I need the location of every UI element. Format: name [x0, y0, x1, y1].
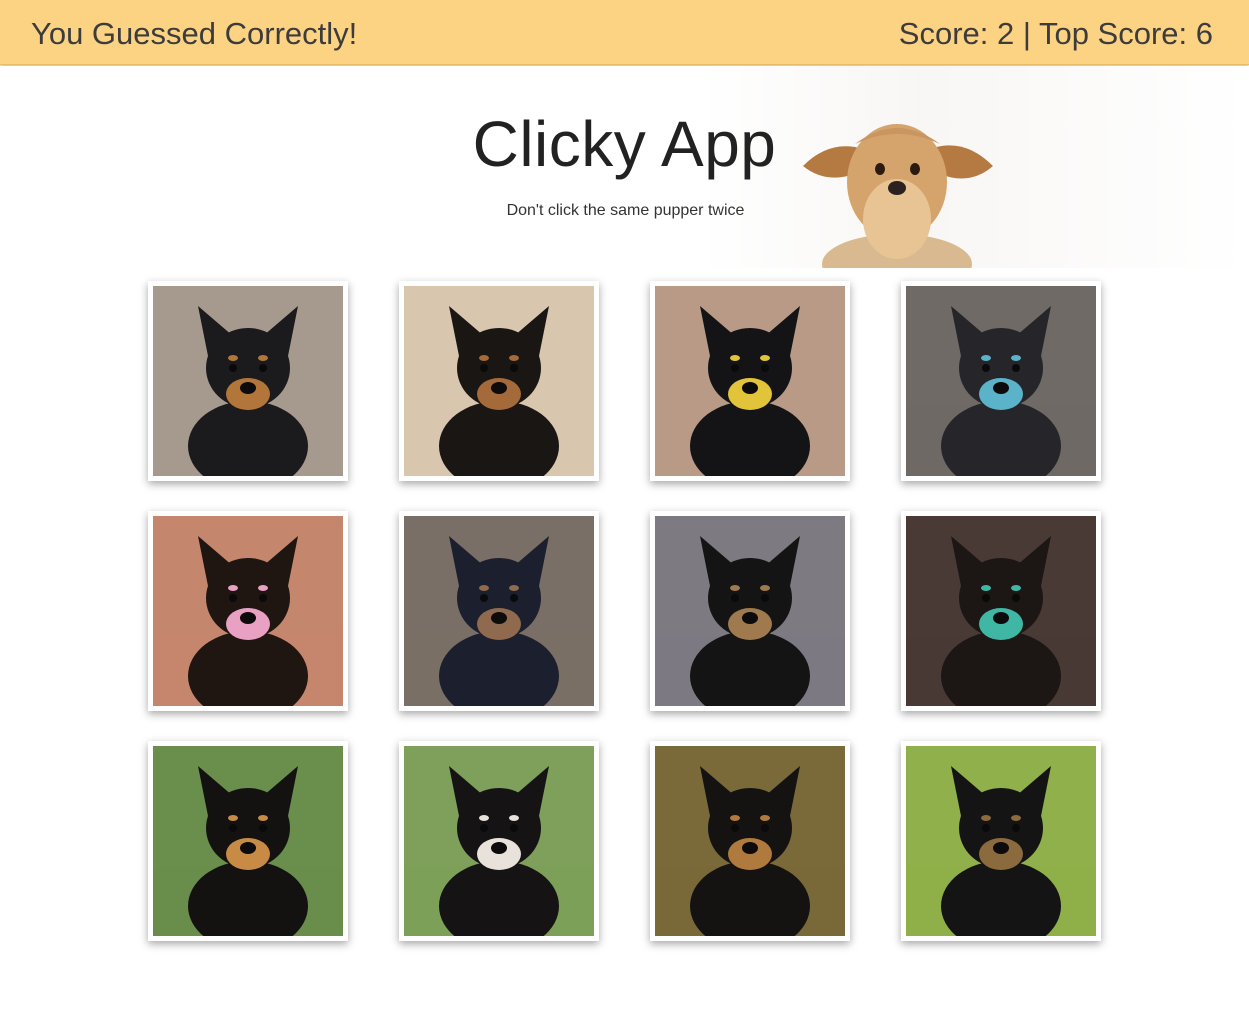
puppy-on-grass-image [153, 746, 343, 936]
hero-banner: Clicky App Don't click the same pupper t… [0, 66, 1249, 268]
image-card-dogs-sleeping[interactable] [650, 511, 850, 711]
image-card-black-bear[interactable] [399, 511, 599, 711]
puppy-in-field-image [906, 746, 1096, 936]
card-image [906, 516, 1096, 706]
card-image [655, 286, 845, 476]
card-image [404, 286, 594, 476]
dog-bowtie-image [153, 516, 343, 706]
card-image [906, 746, 1096, 936]
black-bear-image [404, 516, 594, 706]
card-image [153, 746, 343, 936]
dog-puppy-sitting-image [404, 286, 594, 476]
image-card-puppy-in-field[interactable] [901, 741, 1101, 941]
navbar: You Guessed Correctly! Score: 2 | Top Sc… [0, 0, 1249, 65]
page-title: Clicky App [472, 108, 777, 180]
dog-party-hat-image [906, 516, 1096, 706]
image-card-dog-smiling[interactable] [399, 741, 599, 941]
image-card-puppy-on-grass[interactable] [148, 741, 348, 941]
score-display: Score: 2 | Top Score: 6 [898, 16, 1213, 51]
card-image [153, 286, 343, 476]
image-card-dog-with-rope[interactable] [901, 281, 1101, 481]
image-card-dog-bowtie[interactable] [148, 511, 348, 711]
image-card-dog-tan-on-tile[interactable] [148, 281, 348, 481]
guess-status: You Guessed Correctly! [31, 16, 358, 51]
dog-tan-on-tile-image [153, 286, 343, 476]
dog-smiling-image [404, 746, 594, 936]
image-card-puppy-closeup[interactable] [650, 741, 850, 941]
card-image [153, 516, 343, 706]
card-image [404, 516, 594, 706]
card-image [655, 746, 845, 936]
page-subtitle: Don't click the same pupper twice [506, 202, 745, 219]
dog-with-toy-image [655, 286, 845, 476]
puppy-closeup-image [655, 746, 845, 936]
image-card-dog-puppy-sitting[interactable] [399, 281, 599, 481]
card-image [906, 286, 1096, 476]
image-card-dog-party-hat[interactable] [901, 511, 1101, 711]
dogs-sleeping-image [655, 516, 845, 706]
dog-with-rope-image [906, 286, 1096, 476]
card-image [655, 516, 845, 706]
card-image [404, 746, 594, 936]
image-card-dog-with-toy[interactable] [650, 281, 850, 481]
